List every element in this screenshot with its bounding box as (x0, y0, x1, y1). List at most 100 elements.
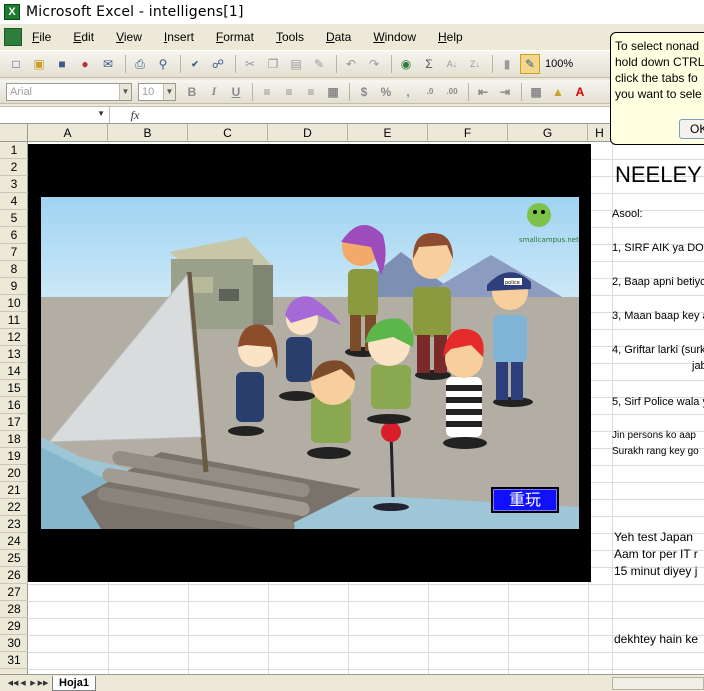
cell-rule2[interactable]: 2, Baap apni betiyc (612, 276, 704, 288)
autosum-icon[interactable]: Σ (419, 54, 439, 74)
row-header-15[interactable]: 15 (0, 380, 28, 397)
menu-edit[interactable]: Edit (71, 29, 96, 45)
cell-line2[interactable]: Aam tor per IT r (614, 547, 698, 561)
percent-icon[interactable]: % (376, 82, 396, 102)
menu-data[interactable]: Data (324, 29, 353, 45)
italic-icon[interactable]: I (204, 82, 224, 102)
first-sheet-icon[interactable]: ◀◀ (8, 676, 19, 690)
increase-indent-icon[interactable]: ⇥ (495, 82, 515, 102)
column-header-f[interactable]: F (428, 124, 508, 142)
row-header-5[interactable]: 5 (0, 210, 28, 227)
excel-app-icon[interactable]: X (4, 4, 20, 20)
chart-wizard-icon[interactable]: ▮ (497, 54, 517, 74)
menu-insert[interactable]: Insert (162, 29, 196, 45)
row-header-21[interactable]: 21 (0, 482, 28, 499)
horizontal-scrollbar[interactable] (612, 677, 704, 690)
name-box[interactable]: ▼ (0, 107, 110, 123)
row-header-9[interactable]: 9 (0, 278, 28, 295)
borders-icon[interactable]: ▦ (526, 82, 546, 102)
print-icon[interactable]: ⎙ (130, 54, 150, 74)
align-left-icon[interactable]: ≡ (257, 82, 277, 102)
align-right-icon[interactable]: ≡ (301, 82, 321, 102)
replay-button[interactable]: 重玩 (491, 487, 559, 513)
row-header-11[interactable]: 11 (0, 312, 28, 329)
open-icon[interactable]: ▣ (29, 54, 49, 74)
menu-view[interactable]: View (114, 29, 144, 45)
font-color-icon[interactable]: A (570, 82, 590, 102)
decrease-decimal-icon[interactable]: .00 (442, 82, 462, 102)
menu-help[interactable]: Help (436, 29, 465, 45)
font-size-combo[interactable]: 10 ▼ (138, 82, 176, 101)
column-header-c[interactable]: C (188, 124, 268, 142)
select-all-corner[interactable] (0, 124, 28, 142)
row-header-16[interactable]: 16 (0, 397, 28, 414)
column-header-h[interactable]: H (588, 124, 612, 142)
row-header-22[interactable]: 22 (0, 499, 28, 516)
column-header-e[interactable]: E (348, 124, 428, 142)
font-name-combo[interactable]: Arial ▼ (6, 82, 132, 101)
cell-rule4b[interactable]: jab (692, 360, 704, 372)
chevron-down-icon[interactable]: ▼ (163, 83, 175, 100)
row-header-20[interactable]: 20 (0, 465, 28, 482)
menu-format[interactable]: Format (214, 29, 256, 45)
row-header-19[interactable]: 19 (0, 448, 28, 465)
row-header-24[interactable]: 24 (0, 533, 28, 550)
row-header-8[interactable]: 8 (0, 261, 28, 278)
drawing-icon[interactable]: ✎ (520, 54, 540, 74)
cell-line4[interactable]: dekhtey hain ke (614, 632, 698, 646)
row-header-25[interactable]: 25 (0, 550, 28, 567)
menu-window[interactable]: Window (371, 29, 418, 45)
cell-rule1[interactable]: 1, SIRF AIK ya DO (612, 242, 704, 254)
align-center-icon[interactable]: ≡ (279, 82, 299, 102)
cell-note1[interactable]: Jin persons ko aap (612, 430, 696, 441)
row-header-4[interactable]: 4 (0, 193, 28, 210)
paste-icon[interactable]: ▤ (286, 54, 306, 74)
currency-icon[interactable]: $ (354, 82, 374, 102)
sheet-tab-hoja1[interactable]: Hoja1 (52, 675, 96, 691)
spelling-icon[interactable]: ✔ (185, 54, 205, 74)
new-icon[interactable]: □ (6, 54, 26, 74)
cell-asool[interactable]: Asool: (612, 208, 643, 220)
river-crossing-game[interactable]: police smallcampus.net (41, 197, 579, 529)
sort-ascending-icon[interactable]: A↓ (442, 54, 462, 74)
chevron-down-icon[interactable]: ▼ (97, 109, 105, 118)
next-sheet-icon[interactable]: ▶ (28, 676, 38, 690)
cell-rule3[interactable]: 3, Maan baap key a (612, 310, 704, 322)
prev-sheet-icon[interactable]: ◀ (18, 676, 28, 690)
row-header-3[interactable]: 3 (0, 176, 28, 193)
row-header-6[interactable]: 6 (0, 227, 28, 244)
row-header-17[interactable]: 17 (0, 414, 28, 431)
format-painter-icon[interactable]: ✎ (309, 54, 329, 74)
row-header-14[interactable]: 14 (0, 363, 28, 380)
last-sheet-icon[interactable]: ▶▶ (38, 676, 49, 690)
save-icon[interactable]: ■ (52, 54, 72, 74)
row-header-27[interactable]: 27 (0, 584, 28, 601)
hyperlink-icon[interactable]: ◉ (396, 54, 416, 74)
sort-descending-icon[interactable]: Z↓ (465, 54, 485, 74)
callout-ok-button[interactable]: OK (679, 119, 704, 139)
function-icon[interactable]: fx (110, 108, 160, 123)
fill-color-icon[interactable]: ▲ (548, 82, 568, 102)
row-header-31[interactable]: 31 (0, 652, 28, 669)
print-preview-icon[interactable]: ⚲ (153, 54, 173, 74)
menu-tools[interactable]: Tools (274, 29, 306, 45)
row-header-23[interactable]: 23 (0, 516, 28, 533)
cell-rule5[interactable]: 5, Sirf Police wala y (612, 396, 704, 408)
merge-center-icon[interactable]: ▦ (323, 82, 343, 102)
decrease-indent-icon[interactable]: ⇤ (473, 82, 493, 102)
underline-icon[interactable]: U (226, 82, 246, 102)
email-icon[interactable]: ✉ (98, 54, 118, 74)
sheet-title-cell[interactable]: NEELEY (615, 162, 702, 188)
column-header-g[interactable]: G (508, 124, 588, 142)
zoom-level[interactable]: 100% (545, 58, 573, 70)
research-icon[interactable]: ☍ (208, 54, 228, 74)
row-header-1[interactable]: 1 (0, 142, 28, 159)
chevron-down-icon[interactable]: ▼ (119, 83, 131, 100)
row-header-13[interactable]: 13 (0, 346, 28, 363)
copy-icon[interactable]: ❐ (263, 54, 283, 74)
undo-icon[interactable]: ↶ (341, 54, 361, 74)
row-header-12[interactable]: 12 (0, 329, 28, 346)
cell-note2[interactable]: Surakh rang key go (612, 446, 699, 457)
cell-rule4a[interactable]: 4, Griftar larki (surk (612, 344, 704, 356)
row-header-30[interactable]: 30 (0, 635, 28, 652)
